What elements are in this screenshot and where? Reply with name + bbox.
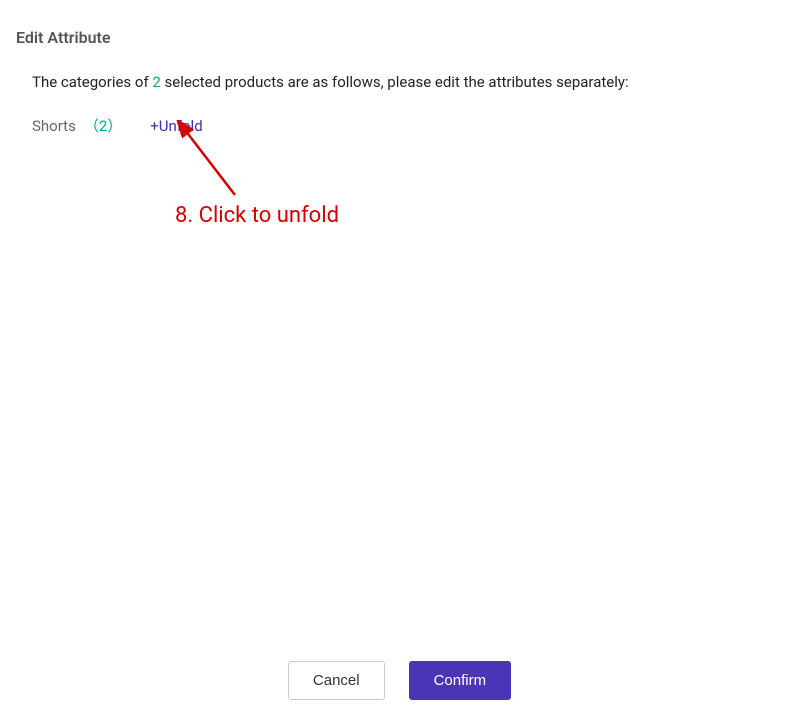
dialog-title: Edit Attribute: [0, 0, 799, 47]
instruction-suffix: selected products are as follows, please…: [161, 73, 629, 91]
category-count: （2）: [84, 115, 122, 136]
category-row: Shorts （2） +Unfold: [32, 115, 767, 136]
annotation-arrow-icon: [175, 120, 245, 200]
dialog-footer: Cancel Confirm: [0, 661, 799, 700]
annotation-text: 8. Click to unfold: [175, 203, 339, 228]
instruction-text: The categories of 2 selected products ar…: [32, 73, 767, 91]
cancel-button[interactable]: Cancel: [288, 661, 385, 700]
dialog-content: The categories of 2 selected products ar…: [0, 47, 799, 136]
instruction-count: 2: [152, 73, 160, 91]
category-name: Shorts: [32, 117, 76, 135]
confirm-button[interactable]: Confirm: [409, 661, 512, 700]
instruction-prefix: The categories of: [32, 73, 152, 91]
